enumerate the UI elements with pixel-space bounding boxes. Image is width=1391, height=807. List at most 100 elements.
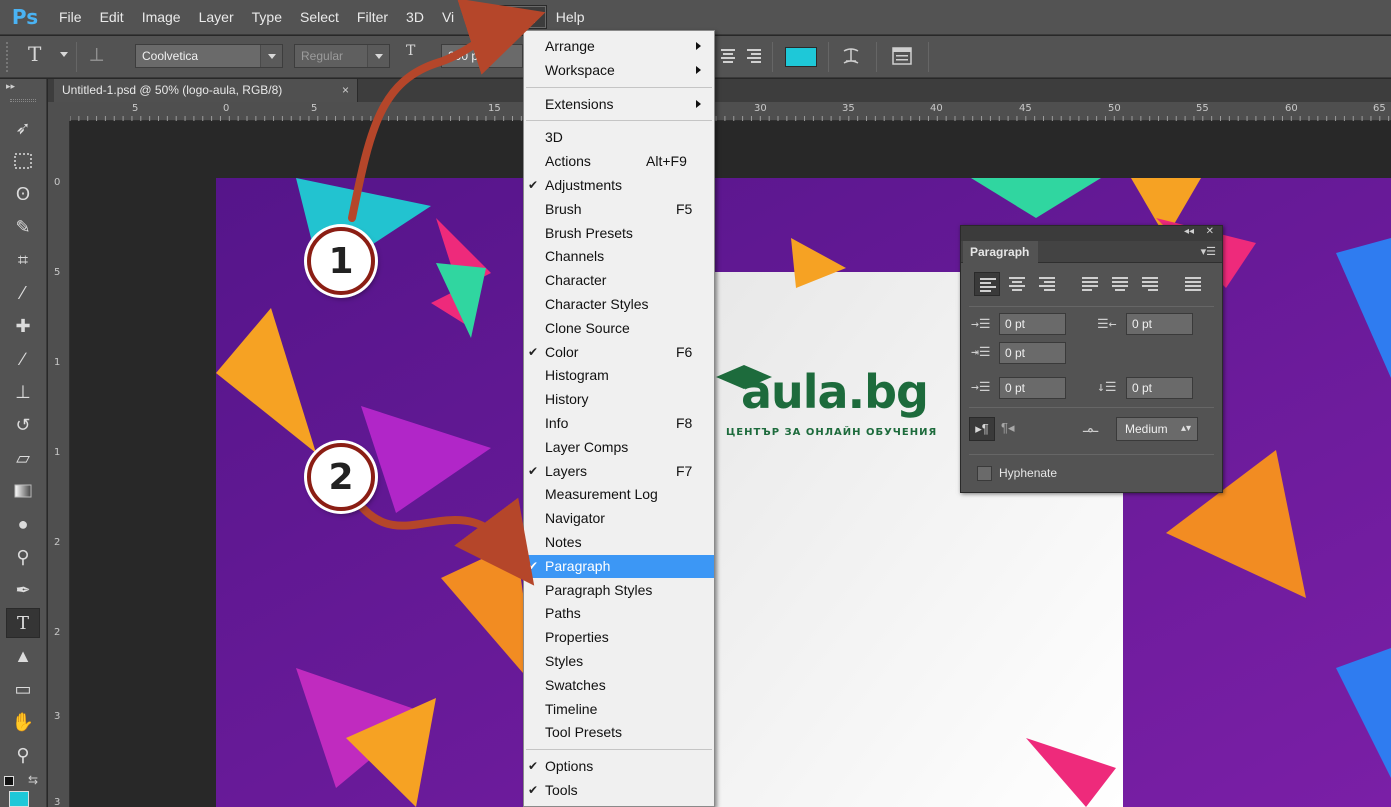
type-tool-icon[interactable]: T (28, 42, 41, 66)
menu-item-actions[interactable]: Actions Alt+F9 (524, 150, 714, 173)
menu-item-layer-comps[interactable]: Layer Comps (524, 436, 714, 459)
marquee-tool-icon[interactable] (6, 146, 40, 176)
menu-item-properties[interactable]: Properties (524, 626, 714, 649)
eyedropper-tool-icon[interactable]: ⁄ (6, 278, 40, 308)
menu-edit[interactable]: Edit (91, 5, 133, 29)
menu-item-styles[interactable]: Styles (524, 650, 714, 673)
menu-item-character-styles[interactable]: Character Styles (524, 293, 714, 316)
menu-item-brush-presets[interactable]: Brush Presets (524, 222, 714, 245)
menu-item-paths[interactable]: Paths (524, 602, 714, 625)
zoom-tool-icon[interactable]: ⚲ (6, 740, 40, 770)
font-family-select[interactable]: Coolvetica (135, 44, 283, 68)
gradient-tool-icon[interactable] (6, 476, 40, 506)
horizontal-ruler[interactable]: 5 0 5 15 30 35 40 45 50 55 60 65 (70, 102, 1391, 121)
close-icon[interactable]: × (342, 79, 349, 102)
align-right-icon[interactable] (744, 46, 764, 66)
dodge-tool-icon[interactable]: ⚲ (6, 542, 40, 572)
menu-file[interactable]: File (50, 5, 91, 29)
align-left-icon[interactable] (974, 272, 1000, 296)
menu-item-3d[interactable]: 3D (524, 126, 714, 149)
menu-item-extensions[interactable]: Extensions (524, 93, 714, 116)
clone-stamp-tool-icon[interactable]: ⊥ (6, 377, 40, 407)
swap-colors-icon[interactable]: ⇆ (28, 773, 38, 787)
menu-view[interactable]: Vi (433, 5, 477, 29)
indent-left-field[interactable]: 0 pt (999, 313, 1066, 335)
blur-tool-icon[interactable]: ● (6, 509, 40, 539)
justify-last-center-icon[interactable] (1107, 272, 1133, 296)
collapse-icon[interactable]: ▸▸ (6, 81, 15, 92)
menu-item-clone-source[interactable]: Clone Source (524, 317, 714, 340)
path-selection-tool-icon[interactable]: ▲ (6, 641, 40, 671)
menu-item-brush[interactable]: Brush F5 (524, 198, 714, 221)
pen-tool-icon[interactable]: ✒ (6, 575, 40, 605)
menu-item-tool-presets[interactable]: Tool Presets (524, 721, 714, 744)
menu-item-adjustments[interactable]: ✔ Adjustments (524, 174, 714, 197)
hand-tool-icon[interactable]: ✋ (6, 707, 40, 737)
menu-item-timeline[interactable]: Timeline (524, 698, 714, 721)
collapse-panel-icon[interactable]: ◂◂ (1184, 226, 1194, 237)
menu-item-history[interactable]: History (524, 388, 714, 411)
close-icon[interactable]: ✕ (1206, 226, 1214, 237)
indent-right-field[interactable]: 0 pt (1126, 313, 1193, 335)
font-style-select[interactable]: Regular (294, 44, 390, 68)
quick-selection-tool-icon[interactable]: ✎ (6, 212, 40, 242)
menu-item-histogram[interactable]: Histogram (524, 364, 714, 387)
align-center-icon[interactable] (1004, 272, 1030, 296)
panel-menu-icon[interactable]: ▾☰ (1201, 245, 1216, 258)
space-before-field[interactable]: 0 pt (999, 377, 1066, 399)
foreground-color-swatch[interactable] (9, 791, 29, 807)
menu-item-measurement-log[interactable]: Measurement Log (524, 483, 714, 506)
text-orientation-icon[interactable]: ⟂ (90, 42, 103, 66)
panel-grip[interactable] (10, 99, 36, 102)
panel-titlebar[interactable]: ◂◂ ✕ (961, 226, 1222, 241)
menu-3d[interactable]: 3D (397, 5, 433, 29)
menu-layer[interactable]: Layer (190, 5, 243, 29)
menu-select[interactable]: Select (291, 5, 348, 29)
healing-brush-tool-icon[interactable]: ✚ (6, 311, 40, 341)
document-tab[interactable]: Untitled-1.psd @ 50% (logo-aula, RGB/8) … (54, 79, 358, 102)
history-brush-tool-icon[interactable]: ↺ (6, 410, 40, 440)
tab-paragraph[interactable]: Paragraph (963, 241, 1038, 263)
menu-item-arrange[interactable]: Arrange (524, 35, 714, 58)
hyphenate-checkbox[interactable] (977, 466, 992, 481)
options-bar-grip[interactable] (6, 42, 14, 72)
menu-item-paragraph-styles[interactable]: Paragraph Styles (524, 579, 714, 602)
space-after-field[interactable]: 0 pt (1126, 377, 1193, 399)
menu-item-info[interactable]: Info F8 (524, 412, 714, 435)
crop-tool-icon[interactable]: ⌗ (6, 245, 40, 275)
justify-all-icon[interactable] (1180, 272, 1206, 296)
menu-item-layers[interactable]: ✔ Layers F7 (524, 460, 714, 483)
composer-select[interactable]: Medium ▴▾ (1116, 417, 1198, 441)
menu-item-character[interactable]: Character (524, 269, 714, 292)
menu-filter[interactable]: Filter (348, 5, 397, 29)
menu-window[interactable]: Window (476, 5, 547, 29)
tool-preset-dropdown-icon[interactable] (60, 52, 68, 57)
warp-text-icon[interactable] (840, 45, 862, 67)
move-tool-icon[interactable]: ➶ (6, 113, 40, 143)
menu-help[interactable]: Help (547, 5, 594, 29)
menu-item-color[interactable]: ✔ Color F6 (524, 341, 714, 364)
ltr-direction-icon[interactable]: ▸¶ (969, 417, 995, 441)
menu-item-paragraph[interactable]: ✔ Paragraph (524, 554, 714, 578)
menu-image[interactable]: Image (133, 5, 190, 29)
brush-tool-icon[interactable]: ∕ (6, 344, 40, 374)
lasso-tool-icon[interactable]: ʘ (6, 179, 40, 209)
eraser-tool-icon[interactable]: ▱ (6, 443, 40, 473)
menu-type[interactable]: Type (243, 5, 291, 29)
text-color-swatch[interactable] (785, 47, 817, 67)
menu-item-notes[interactable]: Notes (524, 531, 714, 554)
rectangle-tool-icon[interactable]: ▭ (6, 674, 40, 704)
vertical-ruler[interactable]: 0 5 1 1 2 2 3 3 (48, 121, 70, 807)
type-tool-icon[interactable]: T (6, 608, 40, 638)
character-panel-icon[interactable] (890, 45, 914, 67)
justify-last-left-icon[interactable] (1077, 272, 1103, 296)
menu-item-navigator[interactable]: Navigator (524, 507, 714, 530)
menu-item-options[interactable]: ✔ Options (524, 755, 714, 778)
font-size-field[interactable]: 200 pt (441, 44, 523, 68)
justify-last-right-icon[interactable] (1137, 272, 1163, 296)
menu-item-workspace[interactable]: Workspace (524, 59, 714, 82)
default-colors-icon[interactable] (4, 776, 14, 786)
align-center-icon[interactable] (718, 46, 738, 66)
rtl-direction-icon[interactable]: ¶◂ (1001, 420, 1015, 436)
align-right-icon[interactable] (1034, 272, 1060, 296)
